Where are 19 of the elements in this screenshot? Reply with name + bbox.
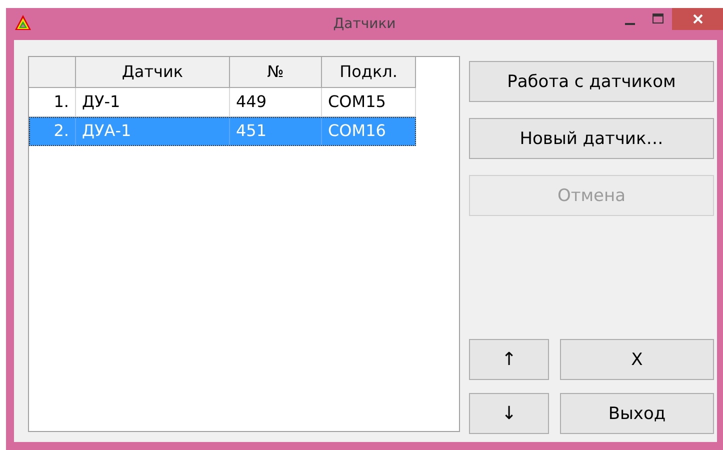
action-button[interactable]: Работа с датчиком	[469, 61, 714, 102]
window-title: Датчики	[333, 16, 396, 32]
arrow-button[interactable]: ↓	[469, 393, 549, 434]
action-button[interactable]: X	[560, 339, 714, 380]
triangle-icon	[14, 14, 32, 31]
column-header: Датчик	[76, 57, 230, 88]
arrow-button[interactable]: ↑	[469, 339, 549, 380]
minimize-icon	[625, 23, 635, 25]
row-number: 2.	[29, 117, 76, 146]
table-cell: COM16	[322, 117, 416, 146]
table-cell: ДУА-1	[76, 117, 230, 146]
action-button[interactable]: Новый датчик…	[469, 118, 714, 159]
column-header: №	[230, 57, 322, 88]
close-button[interactable]	[672, 8, 723, 30]
close-icon	[692, 13, 704, 25]
column-header: Подкл.	[322, 57, 416, 88]
maximize-icon	[652, 13, 664, 25]
table-cell: 451	[230, 117, 322, 146]
action-button[interactable]: Выход	[560, 393, 714, 434]
